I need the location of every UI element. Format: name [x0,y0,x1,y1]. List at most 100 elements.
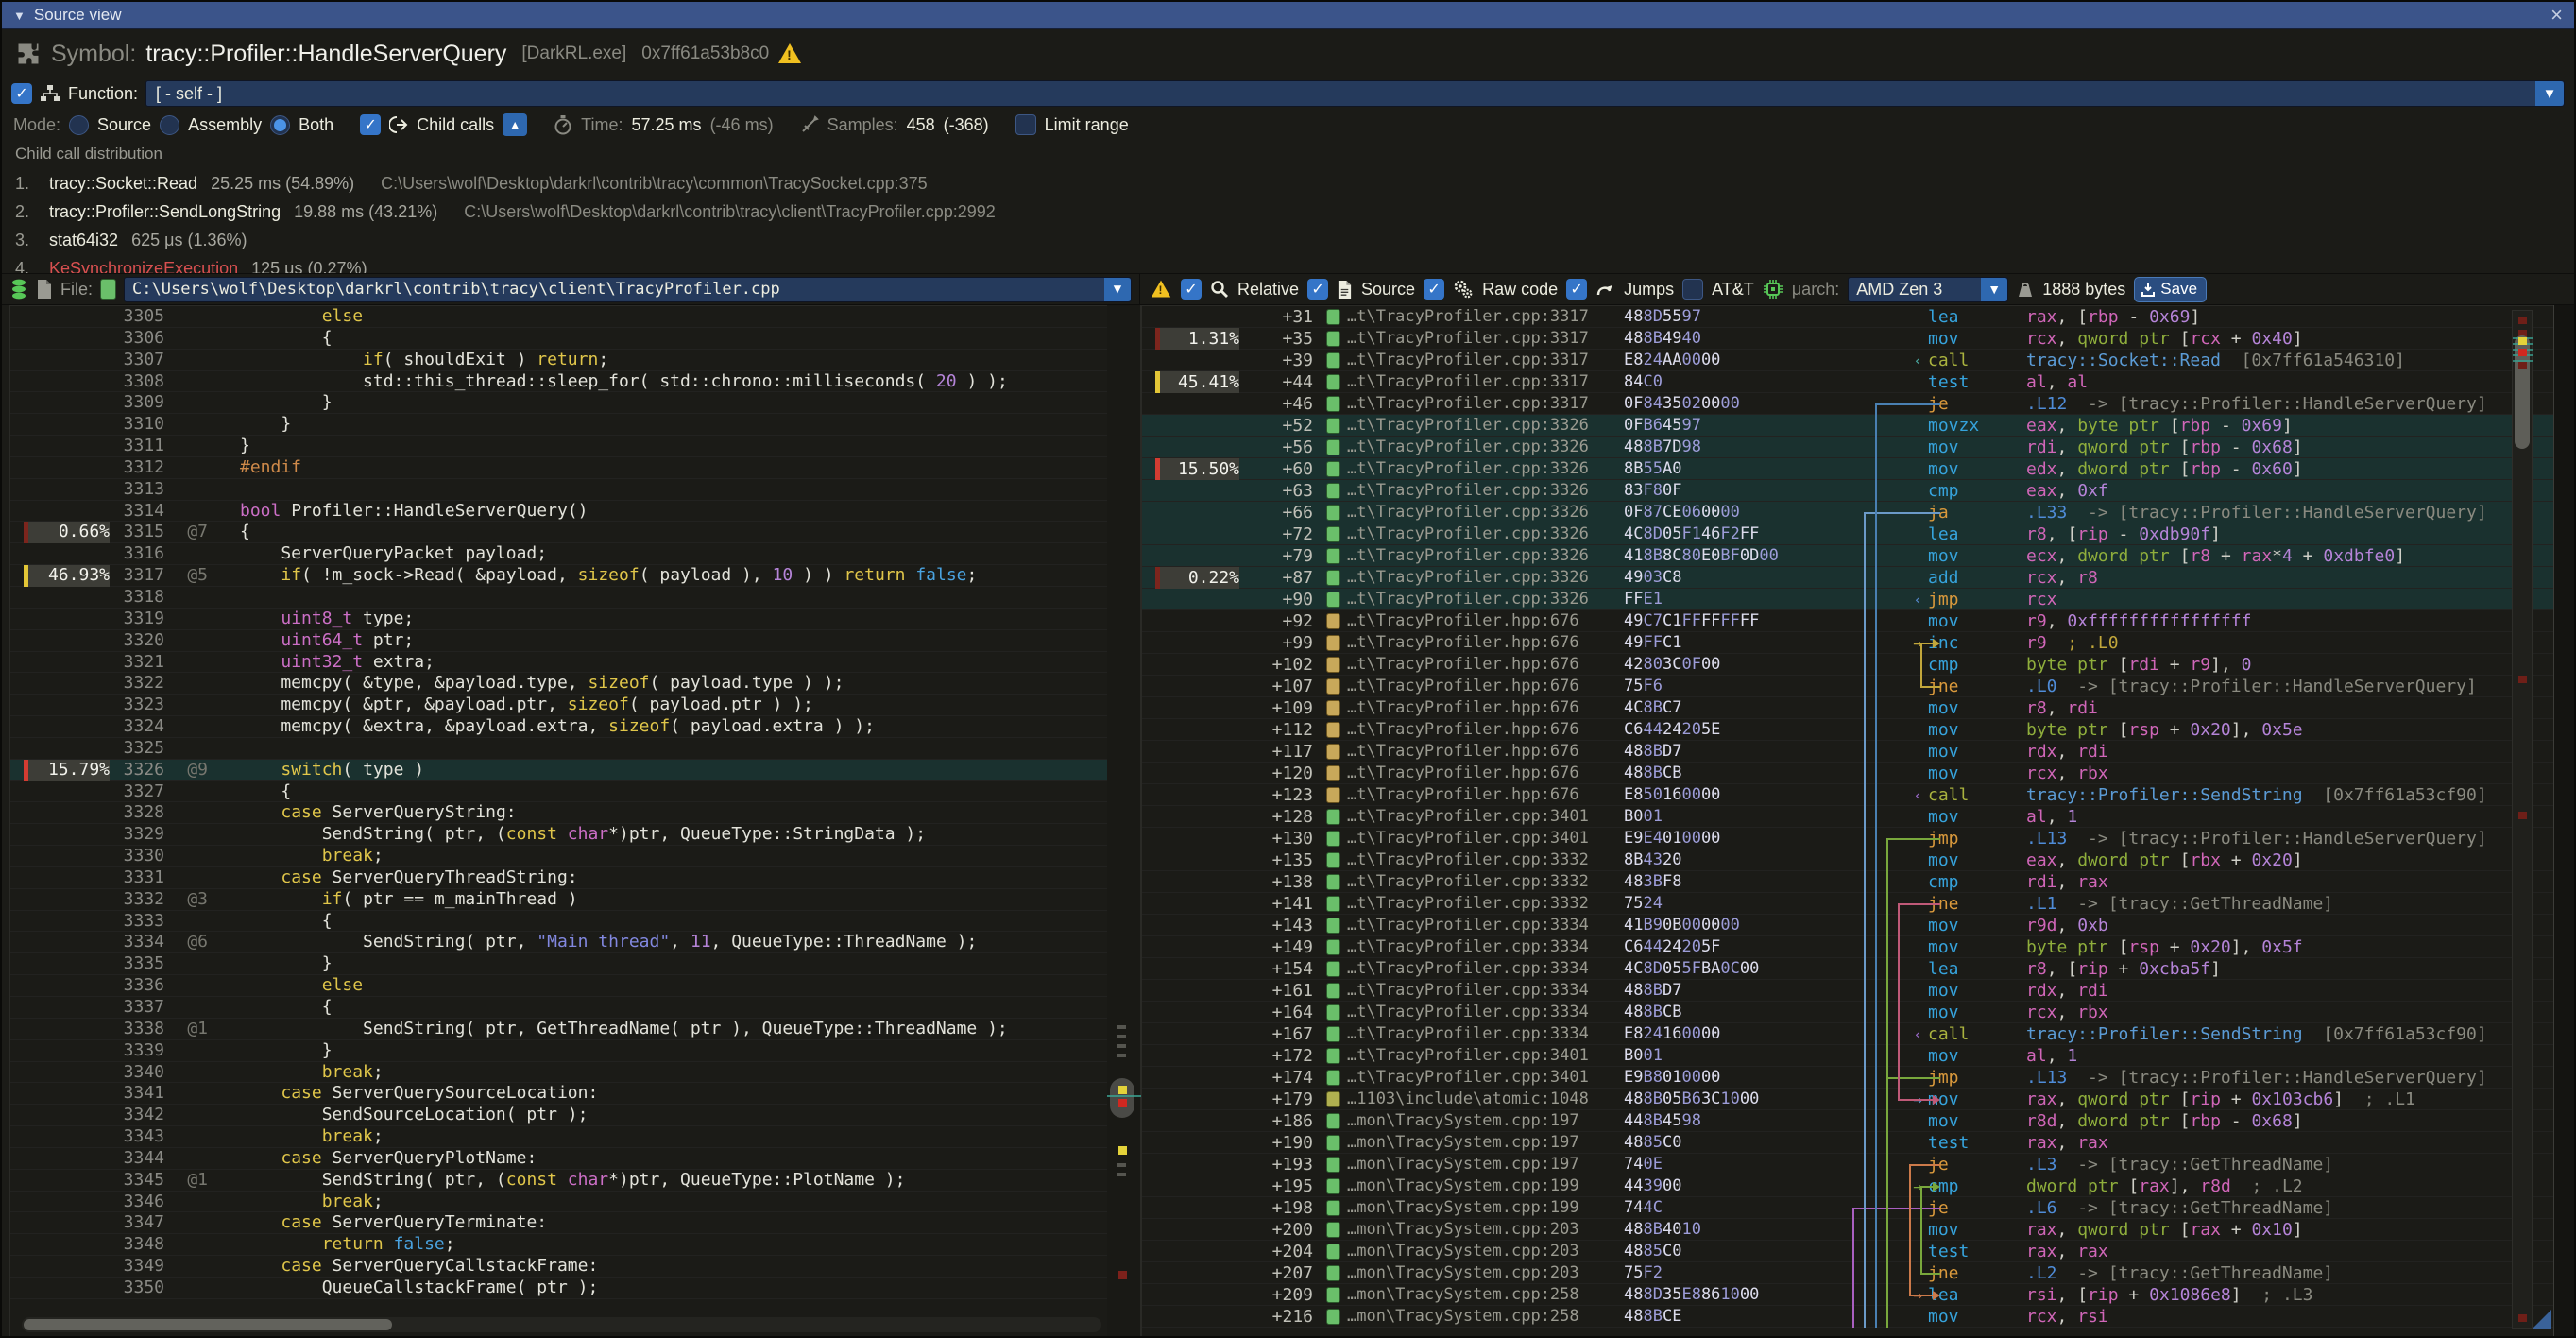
assembly-line[interactable]: +92…t\TracyProfiler.hpp:67649C7C1FFFFFFF… [1142,610,2553,632]
propagate-up-button[interactable]: ▲ [503,113,527,136]
source-line[interactable]: 3345@1 SendString( ptr, (const char*)ptr… [10,1170,1107,1192]
assembly-line[interactable]: +200…mon\TracySystem.cpp:203488B4010movr… [1142,1219,2553,1241]
assembly-line[interactable]: +207…mon\TracySystem.cpp:20375F2jne.L2 -… [1142,1262,2553,1284]
assembly-line[interactable]: +130…t\TracyProfiler.cpp:3401E9E4010000j… [1142,828,2553,849]
assembly-line[interactable]: +52…t\TracyProfiler.cpp:33260FB64597movz… [1142,415,2553,437]
assembly-scrollbar[interactable] [2512,310,2533,1329]
assembly-line[interactable]: +164…t\TracyProfiler.cpp:3334488BCBmovrc… [1142,1002,2553,1023]
source-line[interactable]: 3335 } [10,953,1107,975]
assembly-line[interactable]: 0.22%+87…t\TracyProfiler.cpp:33264903C8a… [1142,567,2553,589]
assembly-line[interactable]: +79…t\TracyProfiler.cpp:3326418B8C80E0BF… [1142,545,2553,567]
source-line[interactable]: 3313 [10,479,1107,501]
radio-assembly[interactable] [160,115,179,135]
source-line[interactable]: 3341 case ServerQuerySourceLocation: [10,1083,1107,1105]
source-line[interactable]: 3321 uint32_t extra; [10,652,1107,674]
source-scroll-strip[interactable] [1107,305,1141,1336]
source-line[interactable]: 3322 memcpy( &type, &payload.type, sizeo… [10,673,1107,695]
source-line[interactable]: 3343 break; [10,1126,1107,1148]
assembly-line[interactable]: 45.41%+44…t\TracyProfiler.cpp:331784C0te… [1142,371,2553,393]
source-line[interactable]: 3323 memcpy( &ptr, &payload.ptr, sizeof(… [10,695,1107,716]
source-line[interactable]: 3310 } [10,414,1107,436]
resize-grip[interactable] [2533,1310,2551,1329]
assembly-line[interactable]: +102…t\TracyProfiler.hpp:67642803C0F00cm… [1142,654,2553,676]
source-line[interactable]: 3306 { [10,328,1107,350]
assembly-line[interactable]: +117…t\TracyProfiler.hpp:676488BD7movrdx… [1142,741,2553,763]
save-button[interactable]: Save [2134,277,2207,302]
source-line[interactable]: 3330 break; [10,846,1107,867]
assembly-line[interactable]: +107…t\TracyProfiler.hpp:67675F6jne.L0 -… [1142,676,2553,697]
source-line[interactable]: 3316 ServerQueryPacket payload; [10,543,1107,565]
source-line[interactable]: 3320 uint64_t ptr; [10,630,1107,652]
radio-both[interactable] [270,115,290,135]
source-line[interactable]: 3314bool Profiler::HandleServerQuery() [10,501,1107,523]
source-line[interactable]: 3329 SendString( ptr, (const char*)ptr, … [10,824,1107,846]
file-combo[interactable]: C:\Users\wolf\Desktop\darkrl\contrib\tra… [124,277,1132,302]
assembly-line[interactable]: +154…t\TracyProfiler.cpp:33344C8D055FBA0… [1142,958,2553,980]
source-line[interactable]: 3311} [10,436,1107,457]
relative-checkbox[interactable]: ✓ [1181,279,1202,300]
assembly-line[interactable]: +99…t\TracyProfiler.hpp:67649FFC1→incr9 … [1142,632,2553,654]
raw-code-checkbox[interactable]: ✓ [1424,279,1444,300]
assembly-line[interactable]: +172…t\TracyProfiler.cpp:3401B001moval, … [1142,1045,2553,1067]
title-bar[interactable]: ▼ Source view × [2,2,2574,29]
assembly-line[interactable]: +63…t\TracyProfiler.cpp:332683F80Fcmpeax… [1142,480,2553,502]
assembly-line[interactable]: +193…mon\TracySystem.cpp:197740Eje.L3 ->… [1142,1154,2553,1175]
source-scroll-knob[interactable] [1110,1078,1134,1118]
assembly-line[interactable]: +167…t\TracyProfiler.cpp:3334E824160000‹… [1142,1023,2553,1045]
jumps-checkbox[interactable]: ✓ [1566,279,1587,300]
assembly-line[interactable]: +135…t\TracyProfiler.cpp:33328B4320movea… [1142,849,2553,871]
source-line[interactable]: 3305 else [10,306,1107,328]
march-combo[interactable]: AMD Zen 3 ▼ [1848,277,2008,302]
source-line[interactable]: 3318 [10,587,1107,609]
assembly-line[interactable]: 15.50%+60…t\TracyProfiler.cpp:33268B55A0… [1142,458,2553,480]
source-line[interactable]: 3319 uint8_t type; [10,609,1107,630]
source-line[interactable]: 3339 } [10,1040,1107,1062]
assembly-line[interactable]: +31…t\TracyProfiler.cpp:3317488D5597lear… [1142,306,2553,328]
att-checkbox[interactable]: ✓ [1682,279,1703,300]
source-line[interactable]: 3342 SendSourceLocation( ptr ); [10,1105,1107,1126]
source-line[interactable]: 3348 return false; [10,1234,1107,1256]
function-combo-arrow[interactable]: ▼ [2535,81,2564,106]
source-hscroll-thumb[interactable] [24,1319,392,1330]
assembly-line[interactable]: +90…t\TracyProfiler.cpp:3326FFE1‹jmprcx [1142,589,2553,610]
assembly-line[interactable]: +190…mon\TracySystem.cpp:1974885C0testra… [1142,1132,2553,1154]
assembly-line[interactable]: +179…1103\include\atomic:1048488B05B63C1… [1142,1089,2553,1110]
assembly-line[interactable]: +46…t\TracyProfiler.cpp:33170F8435020000… [1142,393,2553,415]
source-checkbox[interactable]: ✓ [1307,279,1328,300]
assembly-line[interactable]: +138…t\TracyProfiler.cpp:3332483BF8cmprd… [1142,871,2553,893]
assembly-line[interactable]: +209…mon\TracySystem.cpp:258488D35E88610… [1142,1284,2553,1306]
source-line[interactable]: 0.66%3315@7{ [10,522,1107,543]
source-line[interactable]: 3327 { [10,781,1107,803]
assembly-line[interactable]: +143…t\TracyProfiler.cpp:333441B90B00000… [1142,915,2553,936]
assembly-line[interactable]: +66…t\TracyProfiler.cpp:33260F87CE060000… [1142,502,2553,523]
source-line[interactable]: 3340 break; [10,1062,1107,1084]
march-combo-arrow[interactable]: ▼ [1981,278,2007,301]
source-line[interactable]: 3325 [10,738,1107,760]
source-line[interactable]: 3344 case ServerQueryPlotName: [10,1148,1107,1170]
function-checkbox[interactable]: ✓ [11,83,32,104]
source-line[interactable]: 3312#endif [10,457,1107,479]
source-line[interactable]: 3350 QueueCallstackFrame( ptr ); [10,1278,1107,1299]
assembly-line[interactable]: +123…t\TracyProfiler.hpp:676E850160000‹c… [1142,784,2553,806]
limit-range-checkbox[interactable]: ✓ [1015,114,1036,135]
source-line[interactable]: 3331 case ServerQueryThreadString: [10,867,1107,889]
assembly-line[interactable]: +72…t\TracyProfiler.cpp:33264C8D05F146F2… [1142,523,2553,545]
source-line[interactable]: 3309 } [10,392,1107,414]
assembly-line[interactable]: +112…t\TracyProfiler.hpp:676C64424205Emo… [1142,719,2553,741]
source-line[interactable]: 3334@6 SendString( ptr, "Main thread", 1… [10,932,1107,953]
source-line[interactable]: 3307 if( shouldExit ) return; [10,350,1107,371]
assembly-line[interactable]: +120…t\TracyProfiler.hpp:676488BCBmovrcx… [1142,763,2553,784]
assembly-line[interactable]: 1.31%+35…t\TracyProfiler.cpp:3317488B494… [1142,328,2553,350]
radio-source[interactable] [69,115,89,135]
source-line[interactable]: 3333 { [10,911,1107,933]
source-line[interactable]: 15.79%3326@9 switch( type ) [10,760,1107,781]
assembly-line[interactable]: +39…t\TracyProfiler.cpp:3317E824AA0000‹c… [1142,350,2553,371]
source-line[interactable]: 3337 { [10,997,1107,1019]
assembly-line[interactable]: +141…t\TracyProfiler.cpp:33327524jne.L1 … [1142,893,2553,915]
file-combo-arrow[interactable]: ▼ [1104,278,1131,301]
collapse-icon[interactable]: ▼ [13,9,26,23]
source-line[interactable]: 3338@1 SendString( ptr, GetThreadName( p… [10,1019,1107,1040]
assembly-line[interactable]: +198…mon\TracySystem.cpp:199744Cje.L6 ->… [1142,1197,2553,1219]
assembly-line[interactable]: +204…mon\TracySystem.cpp:2034885C0testra… [1142,1241,2553,1262]
assembly-line[interactable]: +128…t\TracyProfiler.cpp:3401B001moval, … [1142,806,2553,828]
